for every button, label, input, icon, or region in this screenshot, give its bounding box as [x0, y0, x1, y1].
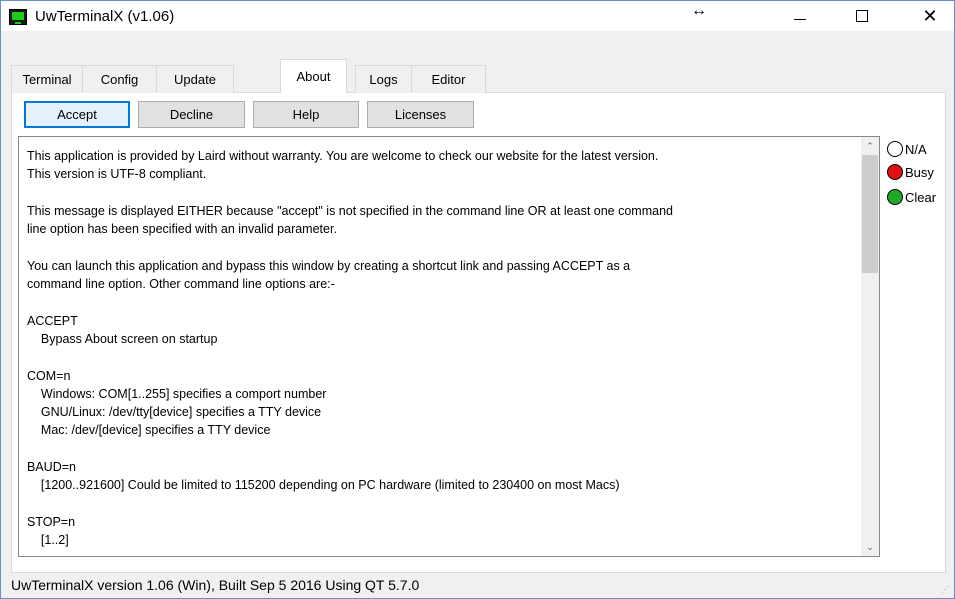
- resize-arrow-icon: ↔: [691, 2, 707, 19]
- accept-button[interactable]: Accept: [24, 101, 130, 128]
- maximize-icon: [856, 10, 868, 22]
- tab-logs[interactable]: Logs: [355, 65, 412, 93]
- scroll-up-icon[interactable]: ⌃: [861, 137, 879, 155]
- minimize-icon: [794, 18, 806, 20]
- scroll-down-icon[interactable]: ⌄: [861, 538, 879, 556]
- tab-config[interactable]: Config: [82, 65, 157, 93]
- status-clear-label: Clear: [905, 189, 937, 205]
- busy-indicator-icon: [887, 164, 903, 180]
- tab-terminal[interactable]: Terminal: [11, 65, 83, 93]
- close-button[interactable]: ✕: [907, 1, 953, 31]
- close-icon: ✕: [922, 5, 938, 26]
- terminal-app-icon: [9, 9, 27, 25]
- licenses-button[interactable]: Licenses: [367, 101, 474, 128]
- about-text: This application is provided by Laird wi…: [27, 149, 673, 548]
- about-text-area[interactable]: This application is provided by Laird wi…: [18, 136, 880, 557]
- decline-button[interactable]: Decline: [138, 101, 245, 128]
- status-clear: Clear: [887, 188, 936, 206]
- size-grip-icon[interactable]: ⋰: [941, 585, 951, 595]
- minimize-button[interactable]: [777, 1, 823, 31]
- na-indicator-icon: [887, 141, 903, 157]
- scroll-thumb[interactable]: [862, 155, 878, 273]
- status-na: N/A: [887, 140, 927, 158]
- status-busy: Busy: [887, 163, 934, 181]
- clear-indicator-icon: [887, 189, 903, 205]
- tab-update[interactable]: Update: [156, 65, 234, 93]
- tab-about[interactable]: About: [280, 59, 347, 93]
- help-button[interactable]: Help: [253, 101, 359, 128]
- status-busy-label: Busy: [905, 164, 934, 180]
- maximize-button[interactable]: [839, 1, 885, 31]
- window-title: UwTerminalX (v1.06): [35, 8, 175, 25]
- title-bar[interactable]: UwTerminalX (v1.06) ↔ ✕: [1, 1, 954, 31]
- vertical-scrollbar[interactable]: ⌃ ⌄: [861, 137, 879, 556]
- status-bar-text: UwTerminalX version 1.06 (Win), Built Se…: [11, 577, 420, 593]
- app-window: UwTerminalX (v1.06) ↔ ✕ Terminal Config …: [0, 0, 955, 599]
- tab-editor[interactable]: Editor: [411, 65, 486, 93]
- status-na-label: N/A: [905, 141, 927, 157]
